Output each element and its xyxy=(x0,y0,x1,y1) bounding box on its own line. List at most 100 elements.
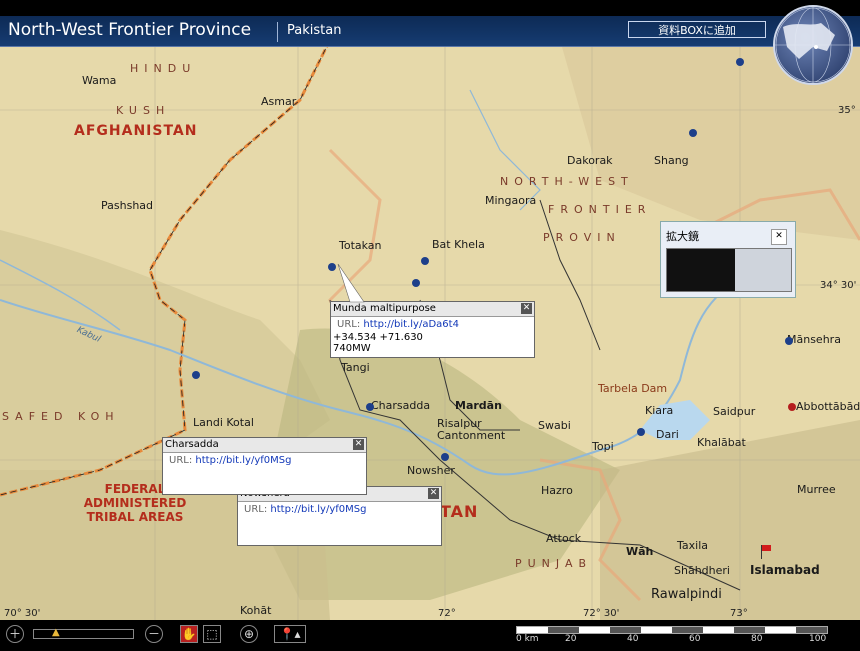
place-kiara: Kiara xyxy=(645,404,674,417)
top-band xyxy=(0,0,860,16)
place-islamabad: Islamabad xyxy=(750,563,820,577)
region-north-west: NORTH-WEST xyxy=(500,175,634,188)
popup-title: Munda maltipurpose xyxy=(331,302,534,317)
zoom-thumb-icon[interactable]: ▲ xyxy=(52,627,60,638)
select-tool-icon[interactable]: ⬚ xyxy=(203,625,221,643)
region-punjab: PUNJAB xyxy=(515,557,593,570)
close-icon[interactable]: ✕ xyxy=(353,439,364,450)
lon-70-30: 70° 30' xyxy=(4,608,41,619)
dam-pin-icon[interactable] xyxy=(636,427,646,437)
title-separator xyxy=(277,22,278,42)
scale-tick: 40 xyxy=(627,634,639,644)
popup-nowshera[interactable]: Nowshera ✕ URL: http://bit.ly/yf0MSg xyxy=(237,486,442,546)
dam-pin-icon[interactable] xyxy=(735,57,745,67)
region-safed-koh: SAFED KOH xyxy=(2,410,120,423)
popup-pointer xyxy=(337,264,365,303)
map-pin-icon[interactable] xyxy=(420,256,430,266)
close-icon[interactable]: ✕ xyxy=(521,303,532,314)
map-pin-icon[interactable] xyxy=(365,402,375,412)
place-pashshad: Pashshad xyxy=(101,199,154,212)
red-pin-icon[interactable] xyxy=(787,402,797,412)
capital-flag-icon xyxy=(761,545,771,559)
place-kohat: Kohāt xyxy=(240,604,272,617)
place-saidpur: Saidpur xyxy=(713,405,756,418)
popup-munda[interactable]: Munda maltipurpose ✕ URL: http://bit.ly/… xyxy=(330,264,535,358)
region-frontier: FRONTIER xyxy=(548,203,652,216)
place-topi: Topi xyxy=(592,440,614,453)
crosshair-icon[interactable]: ⊕ xyxy=(240,625,258,643)
map-pin-icon[interactable] xyxy=(191,370,201,380)
tribal-line-2: ADMINISTERED xyxy=(83,496,187,510)
popup-link[interactable]: http://bit.ly/yf0MSg xyxy=(270,504,366,515)
map-pin-icon[interactable] xyxy=(440,452,450,462)
popup-charsadda[interactable]: Charsadda ✕ URL: http://bit.ly/yf0MSg xyxy=(162,437,367,495)
country-label: Pakistan xyxy=(287,23,342,38)
region-provin: PROVIN xyxy=(543,231,621,244)
lat-34-30: 34° 30' xyxy=(820,280,857,291)
scale-tick: 60 xyxy=(689,634,701,644)
globe-locator[interactable] xyxy=(773,5,853,85)
region-title: North-West Frontier Province xyxy=(8,20,252,40)
magnifier-panel[interactable]: 拡大鏡 ✕ xyxy=(660,221,796,298)
scale-tick: 20 xyxy=(565,634,577,644)
place-totakan: Totakan xyxy=(339,239,382,252)
place-cantonment: Cantonment xyxy=(437,429,506,442)
map-pin-icon[interactable] xyxy=(411,278,421,288)
popup-link[interactable]: http://bit.ly/yf0MSg xyxy=(195,455,291,466)
pin-tool-icon[interactable]: 📍▴ xyxy=(274,625,306,643)
region-hindu: HINDU xyxy=(130,62,197,75)
map-pin-icon[interactable] xyxy=(688,128,698,138)
place-bat-khela: Bat Khela xyxy=(432,238,485,251)
place-dari: Dari xyxy=(656,428,679,441)
place-taxila: Taxila xyxy=(677,539,709,552)
magnifier-view xyxy=(666,248,792,292)
tribal-line-3: TRIBAL AREAS xyxy=(86,510,184,524)
add-to-box-button[interactable]: 資料BOXに追加 xyxy=(628,21,766,38)
place-landi-kotal: Landi Kotal xyxy=(193,416,254,429)
place-shahdheri: Shāhdheri xyxy=(674,564,730,577)
region-kush: KUSH xyxy=(116,104,171,117)
lat-35: 35° xyxy=(838,105,856,116)
zoom-in-icon[interactable]: ＋ xyxy=(6,625,24,643)
place-mardan: Mardān xyxy=(455,399,502,412)
bottom-toolbar: ＋ ▲ － ✋ ⬚ ⊕ 📍▴ 0 km 20 40 60 80 100 xyxy=(0,620,860,651)
place-hazro: Hazro xyxy=(541,484,573,497)
magnifier-title: 拡大鏡 xyxy=(666,230,699,243)
popup-title: Charsadda xyxy=(163,438,366,453)
place-shang: Shang xyxy=(654,154,689,167)
zoom-slider[interactable]: ▲ xyxy=(33,627,134,639)
place-nowshera: Nowsher xyxy=(407,464,455,477)
url-label: URL: xyxy=(169,455,193,466)
place-tarbela-dam: Tarbela Dam xyxy=(598,382,668,395)
lon-73: 73° xyxy=(730,608,748,619)
map-canvas[interactable]: North-West Frontier Province Pakistan 資料… xyxy=(0,0,860,620)
zoom-out-icon[interactable]: － xyxy=(145,625,163,643)
lon-72: 72° xyxy=(438,608,456,619)
scale-bar xyxy=(516,626,828,634)
url-label: URL: xyxy=(337,319,361,330)
close-icon[interactable]: ✕ xyxy=(428,488,439,499)
pan-hand-icon[interactable]: ✋ xyxy=(180,625,198,643)
close-icon[interactable]: ✕ xyxy=(771,229,787,245)
map-pin-icon[interactable] xyxy=(784,336,794,346)
url-label: URL: xyxy=(244,504,268,515)
place-khalabat: Khalābat xyxy=(697,436,746,449)
popup-link[interactable]: http://bit.ly/aDa6t4 xyxy=(363,319,459,330)
place-dakorak: Dakorak xyxy=(567,154,613,167)
place-wama: Wama xyxy=(82,74,117,87)
place-mingaora: Mingaora xyxy=(485,194,537,207)
place-tangi: Tangi xyxy=(341,361,370,374)
popup-capacity: 740MW xyxy=(333,343,371,354)
title-bar: North-West Frontier Province Pakistan 資料… xyxy=(0,16,860,47)
country-afghanistan: AFGHANISTAN xyxy=(74,123,198,139)
place-mansehra: Mānsehra xyxy=(787,333,841,346)
globe-icon xyxy=(775,7,851,83)
scale-tick: 80 xyxy=(751,634,763,644)
place-asmar: Asmar xyxy=(261,95,297,108)
popup-url-row: URL: http://bit.ly/yf0MSg xyxy=(163,453,366,468)
popup-coords: +34.534 +71.630 xyxy=(333,332,423,343)
scale-tick: 100 xyxy=(809,634,827,644)
country-pakistan: TAN xyxy=(440,502,479,521)
lon-72-30: 72° 30' xyxy=(583,608,620,619)
popup-url-row: URL: http://bit.ly/yf0MSg xyxy=(238,502,441,517)
